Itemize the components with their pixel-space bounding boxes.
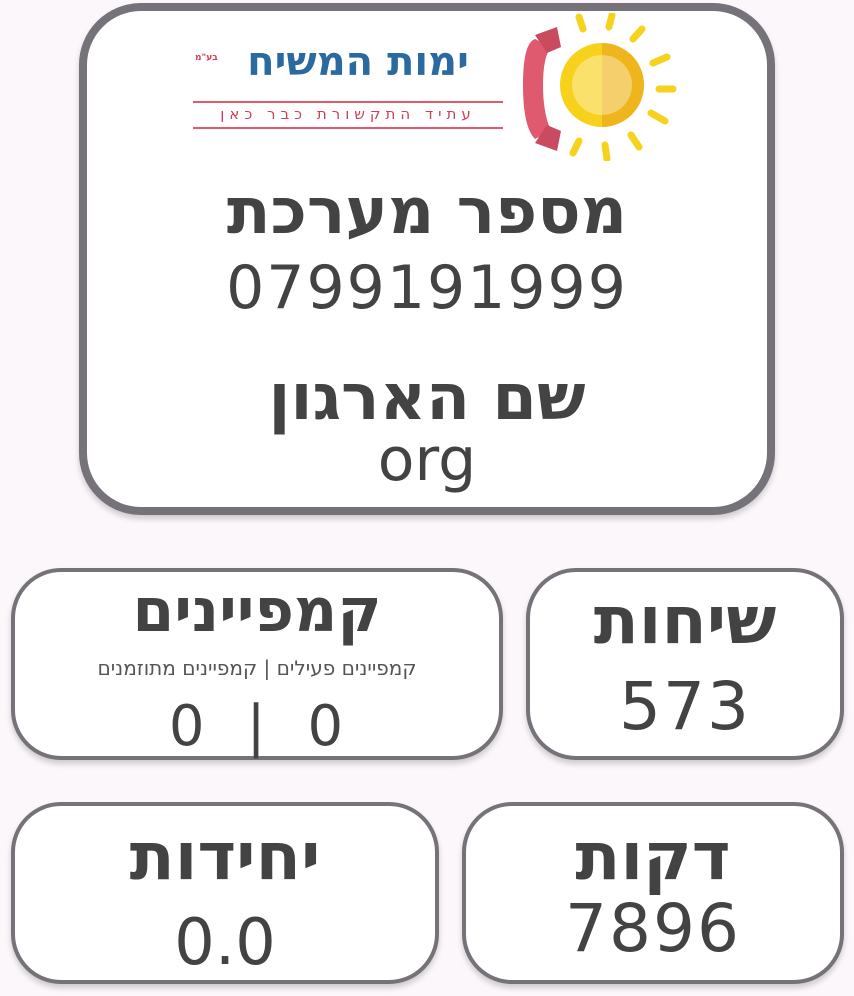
campaigns-separator: | xyxy=(246,694,268,759)
campaigns-subtitle: קמפיינים פעילים | קמפיינים מתוזמנים xyxy=(97,656,417,680)
org-name-value: org xyxy=(377,425,477,495)
campaigns-label: קמפיינים xyxy=(132,576,382,646)
calls-label: שיחות xyxy=(593,582,777,659)
logo-tagline: עתיד התקשורת כבר כאן xyxy=(220,105,476,123)
active-campaigns-count: 0 xyxy=(307,694,346,759)
system-number-label: מספר מערכת xyxy=(226,175,628,249)
minutes-card: דקות 7896 xyxy=(462,802,844,984)
logo-title: ימות המשיח xyxy=(247,39,469,85)
company-logo: ימות המשיח בע"מ עתיד התקשורת כבר כאן xyxy=(193,13,677,161)
scheduled-campaigns-count: 0 xyxy=(168,694,207,759)
campaigns-card: קמפיינים קמפיינים פעילים | קמפיינים מתוז… xyxy=(11,568,503,760)
campaigns-values: 0 | 0 xyxy=(15,694,499,759)
minutes-label: דקות xyxy=(575,818,731,895)
org-name-label: שם הארגון xyxy=(268,361,586,435)
logo-divider xyxy=(193,101,503,103)
units-card: יחידות 0.0 xyxy=(11,802,439,984)
sun-phone-icon xyxy=(523,13,677,161)
minutes-value: 7896 xyxy=(565,890,741,967)
logo-registered-mark: בע"מ xyxy=(195,53,218,63)
logo-divider xyxy=(193,127,503,129)
calls-card: שיחות 573 xyxy=(526,568,844,760)
system-info-card: ימות המשיח בע"מ עתיד התקשורת כבר כאן מספ… xyxy=(79,3,775,515)
units-label: יחידות xyxy=(129,818,321,895)
units-value: 0.0 xyxy=(174,906,276,980)
system-number-value: 0799191999 xyxy=(226,253,628,323)
calls-value: 573 xyxy=(619,668,751,745)
